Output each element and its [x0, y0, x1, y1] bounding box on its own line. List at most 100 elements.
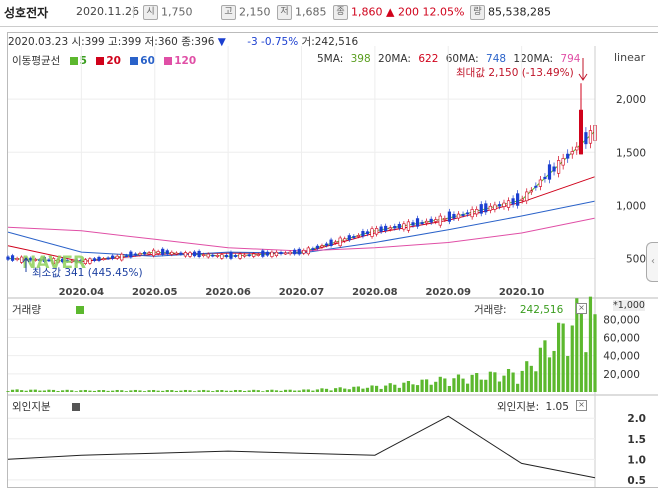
candle-body [274, 251, 279, 257]
candle-body [265, 251, 269, 256]
volume-swatch[interactable] [76, 306, 85, 314]
volume-bar [38, 390, 42, 392]
candle-body [288, 251, 292, 255]
candle-body [311, 248, 315, 251]
volume-bar [293, 390, 297, 392]
volume-bar [347, 389, 351, 392]
volume-bar [188, 390, 192, 392]
volume-bar [443, 378, 447, 392]
candle-body [129, 251, 133, 258]
candle-body [306, 247, 310, 255]
volume-bar [438, 376, 442, 392]
y-tick-label: 1.5 [627, 434, 646, 446]
volume-bar [129, 390, 133, 392]
volume-bar [534, 371, 538, 392]
volume-bar [388, 383, 392, 392]
candle-body [415, 218, 420, 227]
close-volume-panel-icon[interactable]: × [576, 303, 587, 314]
volume-bar [579, 312, 583, 392]
volume-bar [247, 390, 251, 392]
x-tick-label: 2020.05 [132, 287, 178, 298]
volume-bar [584, 352, 588, 392]
volume-bar [88, 390, 92, 392]
chevron-left-icon[interactable]: ‹ [646, 242, 658, 282]
volume-bar [192, 391, 197, 392]
volume-bar [274, 390, 279, 392]
volume-bar [106, 390, 110, 392]
candle-body [206, 253, 210, 258]
volume-bar [24, 390, 28, 392]
candle-body [543, 176, 547, 179]
volume-bar [370, 385, 374, 392]
volume-bar [170, 390, 174, 392]
candle-body [388, 227, 392, 230]
volume-bar [525, 361, 529, 392]
y-tick-label: 0.5 [627, 475, 646, 487]
candle-body [579, 109, 583, 155]
volume-bar [329, 390, 333, 392]
close-foreign-panel-icon[interactable]: × [576, 400, 587, 411]
candle-body [152, 249, 156, 257]
x-tick-label: 2020.09 [425, 287, 471, 298]
naver-watermark: NAVER [22, 253, 86, 273]
candle-body [142, 252, 147, 255]
volume-bar [138, 390, 142, 392]
volume-bar [120, 390, 124, 392]
candle-body [465, 212, 470, 215]
foreign-grid: 2.0 1.5 1.0 0.5 [8, 413, 646, 487]
volume-bar [511, 372, 515, 392]
volume-bar [211, 391, 215, 392]
volume-bar [229, 390, 233, 392]
volume-bar [593, 314, 597, 392]
candle-body [270, 251, 274, 257]
volume-bar [429, 384, 433, 392]
volume-bar [479, 379, 483, 392]
candle-body [15, 258, 19, 261]
price-x-axis: 2020.04 2020.05 2020.06 2020.07 2020.08 2020.… [59, 287, 545, 298]
candle-body [10, 255, 15, 261]
candle-body [461, 214, 465, 216]
volume-bar [334, 388, 338, 392]
volume-bar [156, 390, 160, 392]
volume-bar [179, 390, 183, 392]
candle-body [434, 219, 438, 222]
volume-bar [92, 390, 97, 392]
candle-body [338, 237, 342, 247]
volume-bar [265, 390, 269, 392]
candle-body [138, 253, 142, 256]
volume-bar [452, 378, 456, 392]
volume-bar [220, 390, 224, 392]
candle-body [361, 231, 365, 237]
volume-bar [488, 371, 492, 392]
y-tick-label: 2,000 [616, 94, 646, 106]
volume-bar [202, 389, 206, 392]
candle-body [397, 223, 401, 229]
volume-bar [279, 390, 283, 392]
x-tick-label: 2020.07 [279, 287, 325, 298]
volume-bar [397, 387, 401, 392]
volume-bar [152, 389, 156, 392]
candle-body [525, 191, 529, 202]
volume-bar [6, 391, 10, 392]
volume-bar [484, 379, 488, 392]
volume-bar [133, 389, 138, 392]
volume-bar [74, 391, 78, 392]
volume-bar [434, 381, 438, 392]
candle-body [384, 225, 388, 231]
candle-body [497, 204, 502, 207]
volume-bar [183, 389, 188, 392]
volume-bar [261, 391, 265, 392]
volume-bar [233, 389, 238, 392]
volume-bar [543, 340, 547, 392]
volume-bar [588, 296, 593, 392]
foreign-swatch[interactable] [71, 403, 80, 411]
candle-body [425, 220, 429, 224]
volume-bar [343, 388, 347, 392]
foreign-current: 외인지분: 1.05 [497, 401, 569, 413]
volume-bar [83, 389, 87, 392]
candle-body [283, 252, 288, 255]
candle-body [456, 213, 461, 219]
candle-body [256, 254, 260, 256]
volume-bar [47, 389, 51, 392]
candle-body [493, 204, 497, 210]
